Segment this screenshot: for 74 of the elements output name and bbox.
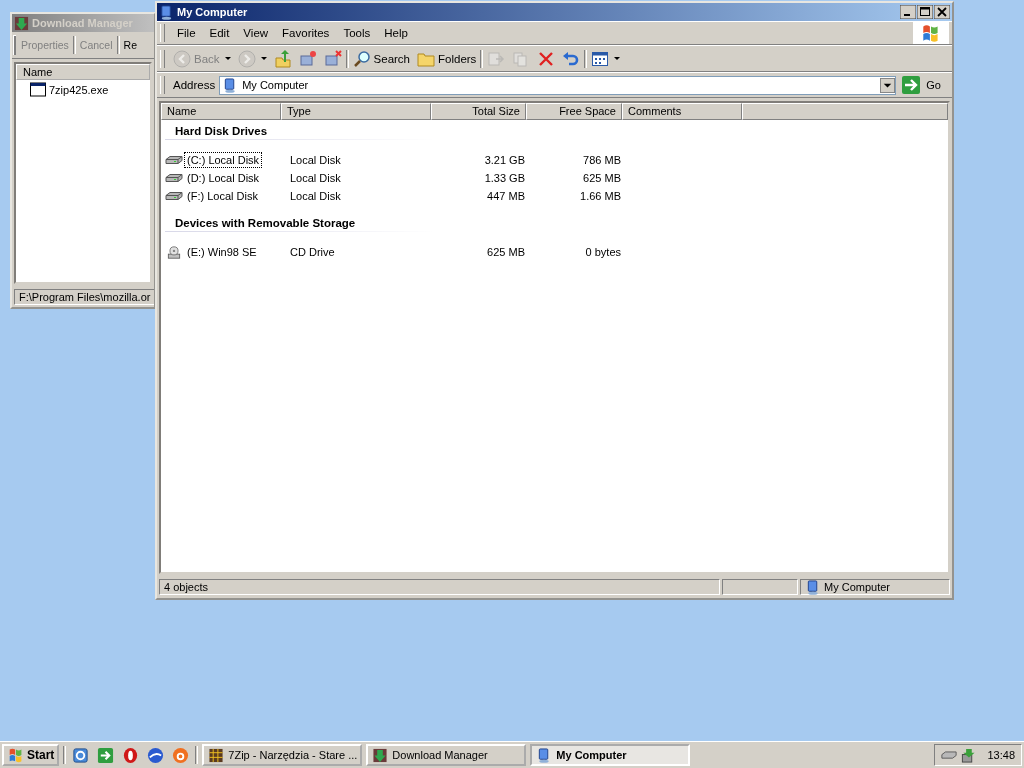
total-size: 625 MB bbox=[486, 246, 526, 258]
free-space: 0 bytes bbox=[584, 246, 622, 258]
folders-button[interactable]: Folders bbox=[414, 48, 480, 69]
hard-disk-icon bbox=[165, 171, 183, 185]
drive-type: Local Disk bbox=[289, 190, 342, 202]
menu-item[interactable]: View bbox=[237, 27, 275, 39]
drive-type: CD Drive bbox=[289, 246, 336, 258]
drive-name[interactable]: (E:) Win98 SE bbox=[184, 244, 260, 260]
network-icon[interactable] bbox=[960, 747, 977, 763]
free-space: 625 MB bbox=[582, 172, 622, 184]
drive-cross-icon bbox=[323, 49, 342, 68]
move-icon bbox=[487, 49, 506, 68]
free-space: 1.66 MB bbox=[579, 190, 622, 202]
group-heading: Devices with Removable Storage bbox=[175, 217, 356, 229]
total-size: 1.33 GB bbox=[483, 172, 526, 184]
views-icon bbox=[591, 49, 610, 68]
drive-type: Local Disk bbox=[289, 172, 342, 184]
total-size: 3.21 GB bbox=[483, 154, 526, 166]
drive-name[interactable]: (C:) Local Disk bbox=[184, 152, 263, 168]
column-header[interactable]: Name bbox=[16, 64, 150, 80]
taskbar-button[interactable]: My Computer bbox=[530, 744, 691, 766]
column-header[interactable]: Free Space bbox=[526, 103, 622, 120]
delete-icon bbox=[537, 49, 556, 68]
clock: 13:48 bbox=[987, 749, 1015, 761]
group-heading: Hard Disk Drives bbox=[175, 125, 268, 137]
address-label: Address bbox=[173, 79, 216, 91]
ring-app-icon[interactable] bbox=[172, 746, 190, 764]
go-button[interactable]: Go bbox=[900, 76, 949, 94]
globe-icon[interactable] bbox=[147, 746, 165, 764]
menu-item[interactable]: Edit bbox=[203, 27, 236, 39]
hard-disk-icon bbox=[165, 189, 183, 203]
toolbar-button[interactable]: Re bbox=[122, 37, 138, 53]
address-field[interactable]: My Computer bbox=[219, 75, 897, 95]
search-icon bbox=[352, 49, 371, 68]
computer-icon bbox=[805, 579, 821, 595]
toolbar-grip-icon bbox=[13, 35, 17, 55]
taskbar-button[interactable]: Download Manager bbox=[366, 744, 527, 766]
grid-app-icon bbox=[208, 747, 225, 763]
total-size: 447 MB bbox=[486, 190, 526, 202]
cd-drive-icon bbox=[165, 245, 183, 259]
status-location: My Computer bbox=[824, 581, 891, 593]
download-arrow-icon bbox=[14, 15, 29, 31]
folder-up-icon bbox=[273, 49, 292, 68]
status-text: F:\Program Files\mozilla.or bbox=[14, 289, 154, 305]
browser-icon[interactable] bbox=[72, 746, 90, 764]
menu-item[interactable]: Favorites bbox=[276, 27, 336, 39]
free-space: 786 MB bbox=[582, 154, 622, 166]
menu-item[interactable]: Tools bbox=[337, 27, 377, 39]
drive-name[interactable]: (F:) Local Disk bbox=[184, 188, 261, 204]
program-file-icon bbox=[30, 82, 46, 97]
go-arrow-icon bbox=[902, 76, 921, 94]
hard-disk-icon bbox=[165, 153, 183, 167]
start-button[interactable]: Start bbox=[2, 744, 60, 766]
close-button[interactable] bbox=[934, 5, 950, 19]
menu-item[interactable]: File bbox=[171, 27, 202, 39]
menu-item[interactable]: Help bbox=[378, 27, 414, 39]
column-header[interactable]: Name bbox=[161, 103, 281, 120]
column-header[interactable]: Comments bbox=[622, 103, 742, 120]
drive-name[interactable]: (D:) Local Disk bbox=[184, 170, 263, 186]
drive-type: Local Disk bbox=[289, 154, 342, 166]
download-arrow-icon bbox=[372, 747, 389, 763]
status-text: 4 objects bbox=[159, 579, 720, 595]
file-name[interactable]: 7zip425.exe bbox=[49, 83, 109, 96]
computer-icon bbox=[159, 4, 174, 20]
network-drive-icon bbox=[298, 49, 317, 68]
undo-icon bbox=[562, 49, 581, 68]
maximize-button[interactable] bbox=[917, 5, 933, 19]
column-header[interactable]: Total Size bbox=[431, 103, 526, 120]
search-button[interactable]: Search bbox=[349, 48, 413, 69]
column-header[interactable]: Type bbox=[281, 103, 431, 120]
minimize-button[interactable] bbox=[900, 5, 916, 19]
window-title: My Computer bbox=[177, 6, 248, 18]
taskbar-button[interactable]: 7Zip - Narzędzia - Stare ... bbox=[202, 744, 363, 766]
opera-icon[interactable] bbox=[122, 746, 140, 764]
